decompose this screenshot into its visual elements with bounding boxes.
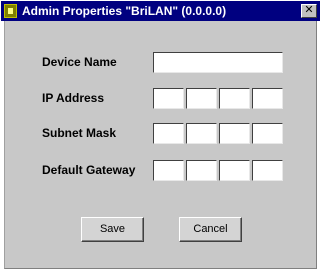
- subnet-mask-label: Subnet Mask: [42, 126, 117, 140]
- subnet-mask-octet-4[interactable]: [252, 123, 283, 144]
- cancel-button[interactable]: Cancel: [179, 217, 242, 242]
- close-button[interactable]: ✕: [301, 4, 317, 18]
- default-gateway-octet-1[interactable]: [153, 160, 184, 181]
- admin-properties-window: Admin Properties "BriLAN" (0.0.0.0) ✕ De…: [0, 0, 321, 271]
- device-name-label: Device Name: [42, 55, 117, 69]
- default-gateway-octet-4[interactable]: [252, 160, 283, 181]
- app-icon[interactable]: [4, 4, 17, 18]
- window-title: Admin Properties "BriLAN" (0.0.0.0): [22, 4, 227, 18]
- subnet-mask-octet-2[interactable]: [186, 123, 217, 144]
- subnet-mask-octet-1[interactable]: [153, 123, 184, 144]
- ip-address-octet-2[interactable]: [186, 88, 217, 109]
- ip-address-octet-4[interactable]: [252, 88, 283, 109]
- ip-address-label: IP Address: [42, 91, 105, 105]
- default-gateway-octet-2[interactable]: [186, 160, 217, 181]
- default-gateway-label: Default Gateway: [42, 163, 136, 177]
- ip-address-octet-3[interactable]: [219, 88, 250, 109]
- ip-address-octet-1[interactable]: [153, 88, 184, 109]
- default-gateway-octet-3[interactable]: [219, 160, 250, 181]
- dialog-body: Device Name IP Address Subnet Mask Defau…: [4, 21, 317, 269]
- save-button[interactable]: Save: [81, 217, 144, 242]
- title-bar[interactable]: Admin Properties "BriLAN" (0.0.0.0) ✕: [1, 1, 320, 21]
- subnet-mask-octet-3[interactable]: [219, 123, 250, 144]
- device-name-input[interactable]: [153, 52, 283, 73]
